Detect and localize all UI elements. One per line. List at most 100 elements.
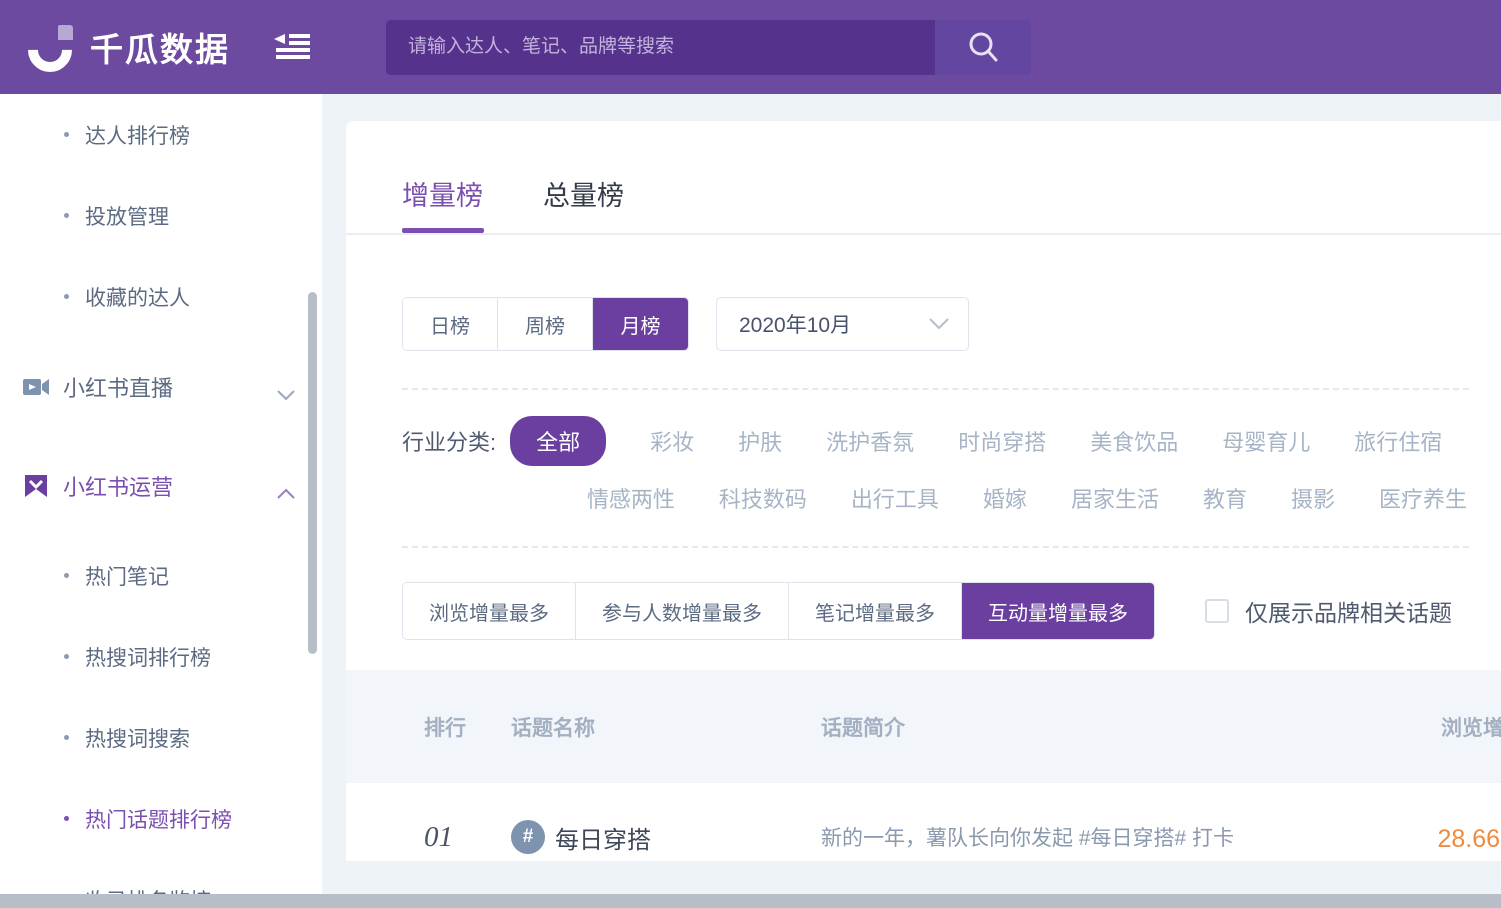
sidebar-item-favorite-daren[interactable]: 收藏的达人: [0, 256, 322, 337]
column-header-view-increment: 浏览增量: [1441, 716, 1501, 740]
brand-topics-checkbox[interactable]: [1205, 599, 1229, 623]
app-root: 千瓜数据 达人排行榜: [0, 0, 1501, 908]
sidebar: 达人排行榜 投放管理 收藏的达人 小红书直播 小红书运营 热门笔记 热搜词排行榜…: [0, 94, 322, 894]
sort-interactions-button[interactable]: 互动量增量最多: [962, 583, 1154, 639]
tab-label: 总量榜: [543, 181, 624, 211]
sidebar-item-hot-topic-ranking[interactable]: 热门话题排行榜: [0, 778, 322, 859]
period-monthly-button[interactable]: 月榜: [593, 298, 688, 350]
sidebar-item-daren-ranking[interactable]: 达人排行榜: [0, 94, 322, 175]
date-select-value: 2020年10月: [739, 314, 852, 337]
cell-topic-desc: 新的一年，薯队长向你发起 #每日穿搭# 打卡: [821, 822, 1321, 852]
chevron-up-icon: [276, 480, 296, 499]
category-row-2: 情感两性 科技数码 出行工具 婚嫁 居家生活 教育 摄影 医疗养生: [402, 474, 1469, 522]
sidebar-group-label: 小红书直播: [63, 375, 174, 401]
bullet-icon: [64, 132, 69, 137]
category-makeup[interactable]: 彩妆: [650, 417, 694, 465]
category-filter-label: 行业分类:: [402, 430, 497, 455]
hashtag-icon: #: [511, 820, 545, 854]
sidebar-item-placement-management[interactable]: 投放管理: [0, 175, 322, 256]
period-weekly-button[interactable]: 周榜: [498, 298, 593, 350]
sort-views-button[interactable]: 浏览增量最多: [403, 583, 576, 639]
category-filter: 行业分类: 全部 彩妆 护肤 洗护香氛 时尚穿搭 美食饮品 母婴育儿 旅行住宿 …: [402, 390, 1469, 522]
sort-label: 互动量增量最多: [988, 602, 1128, 625]
period-label: 月榜: [620, 315, 661, 338]
sidebar-item-hot-search-ranking[interactable]: 热搜词排行榜: [0, 616, 322, 697]
sort-label: 笔记增量最多: [815, 602, 935, 625]
tab-label: 增量榜: [402, 181, 483, 211]
bullet-icon: [64, 654, 69, 659]
sidebar-group-live[interactable]: 小红书直播: [0, 337, 322, 436]
content-card: 增量榜 总量榜 日榜 周榜 月榜 2020年10月 行业分类: 全部 彩妆 护肤…: [346, 121, 1501, 861]
search-bar: [386, 19, 1031, 75]
date-select[interactable]: 2020年10月: [716, 297, 969, 351]
sort-notes-button[interactable]: 笔记增量最多: [789, 583, 962, 639]
category-relationships[interactable]: 情感两性: [587, 474, 675, 522]
category-education[interactable]: 教育: [1203, 474, 1247, 522]
period-label: 日榜: [430, 315, 470, 338]
category-all[interactable]: 全部: [510, 416, 607, 466]
chevron-down-icon: [928, 312, 950, 336]
sidebar-item-hot-search[interactable]: 热搜词搜索: [0, 697, 322, 778]
sidebar-item-index-rank-monitor[interactable]: 收录排名监控: [0, 859, 322, 895]
sidebar-group-operations[interactable]: 小红书运营: [0, 436, 322, 535]
bullet-icon: [64, 816, 69, 821]
category-tech-digital[interactable]: 科技数码: [719, 474, 807, 522]
column-header-topic-desc: 话题简介: [821, 716, 905, 740]
sidebar-group-label: 小红书运营: [63, 474, 174, 500]
main-content: 增量榜 总量榜 日榜 周榜 月榜 2020年10月 行业分类: 全部 彩妆 护肤…: [322, 94, 1501, 894]
period-filter-row: 日榜 周榜 月榜 2020年10月: [402, 235, 1469, 351]
quagua-logo-icon: [18, 18, 82, 82]
category-medical-health[interactable]: 医疗养生: [1379, 474, 1467, 522]
cell-topic-name[interactable]: # 每日穿搭: [511, 820, 821, 855]
column-header-rank: 排行: [424, 716, 466, 740]
tab-incremental[interactable]: 增量榜: [402, 174, 484, 233]
sort-filter-row: 浏览增量最多 参与人数增量最多 笔记增量最多 互动量增量最多 仅展示品牌相关话题: [402, 548, 1469, 640]
chevron-down-icon: [276, 381, 296, 400]
top-header: 千瓜数据: [0, 0, 1501, 94]
search-button[interactable]: [935, 19, 1031, 75]
sidebar-item-label: 收录排名监控: [85, 885, 211, 895]
table-header-row: 排行 话题名称 话题简介 浏览增量: [346, 670, 1501, 783]
view-increment-value: 28.66万: [1437, 825, 1501, 853]
category-transport-tools[interactable]: 出行工具: [851, 474, 939, 522]
sort-participants-button[interactable]: 参与人数增量最多: [576, 583, 789, 639]
category-photography[interactable]: 摄影: [1291, 474, 1335, 522]
sidebar-item-label: 达人排行榜: [85, 124, 190, 148]
sidebar-item-hot-notes[interactable]: 热门笔记: [0, 535, 322, 616]
brand-topics-checkbox-row[interactable]: 仅展示品牌相关话题: [1205, 594, 1452, 628]
sidebar-item-label: 热门笔记: [85, 565, 169, 589]
cell-rank: 01: [346, 821, 511, 854]
tab-total[interactable]: 总量榜: [543, 174, 624, 233]
period-segmented-control: 日榜 周榜 月榜: [402, 297, 689, 351]
sidebar-item-label: 热搜词搜索: [85, 727, 190, 751]
category-skincare[interactable]: 护肤: [738, 417, 782, 465]
category-wedding[interactable]: 婚嫁: [983, 474, 1027, 522]
logo-area[interactable]: 千瓜数据: [18, 18, 230, 82]
sidebar-item-label: 热搜词排行榜: [85, 646, 211, 670]
search-input[interactable]: [386, 19, 935, 75]
sort-segmented-control: 浏览增量最多 参与人数增量最多 笔记增量最多 互动量增量最多: [402, 582, 1155, 640]
category-food-drink[interactable]: 美食饮品: [1090, 417, 1178, 465]
collapse-sidebar-icon[interactable]: [270, 27, 314, 67]
column-header-topic-name: 话题名称: [511, 716, 595, 740]
period-daily-button[interactable]: 日榜: [403, 298, 498, 350]
category-travel-lodging[interactable]: 旅行住宿: [1354, 417, 1442, 465]
sidebar-item-label: 热门话题排行榜: [85, 808, 232, 832]
bullet-icon: [64, 213, 69, 218]
category-row-1: 行业分类: 全部 彩妆 护肤 洗护香氛 时尚穿搭 美食饮品 母婴育儿 旅行住宿: [402, 416, 1469, 466]
table-row[interactable]: 01 # 每日穿搭 新的一年，薯队长向你发起 #每日穿搭# 打卡 28.66万: [346, 783, 1501, 891]
sidebar-scrollbar[interactable]: [308, 292, 317, 654]
cell-view-increment: 28.66万: [1321, 819, 1501, 855]
category-fashion[interactable]: 时尚穿搭: [958, 417, 1046, 465]
filters-area: 日榜 周榜 月榜 2020年10月 行业分类: 全部 彩妆 护肤 洗护香氛 时尚…: [346, 235, 1501, 640]
category-maternal-baby[interactable]: 母婴育儿: [1222, 417, 1310, 465]
period-label: 周榜: [525, 315, 565, 338]
bookmark-icon: [22, 472, 50, 500]
ranking-tabs: 增量榜 总量榜: [346, 121, 1501, 233]
horizontal-scrollbar[interactable]: [0, 894, 1501, 908]
category-wash-fragrance[interactable]: 洗护香氛: [826, 417, 914, 465]
bullet-icon: [64, 735, 69, 740]
topic-desc: 新的一年，薯队长向你发起 #每日穿搭# 打卡: [821, 827, 1235, 850]
topic-name: 每日穿搭: [555, 826, 651, 854]
category-home-living[interactable]: 居家生活: [1071, 474, 1159, 522]
